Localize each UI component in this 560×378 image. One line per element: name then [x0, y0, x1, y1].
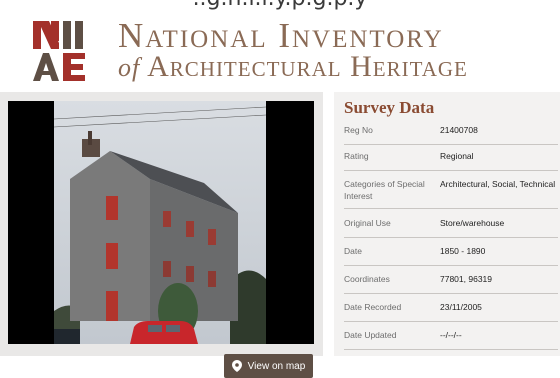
nih-logo-mark: [33, 21, 88, 81]
survey-value: 21400708: [440, 125, 478, 135]
survey-row-date-recorded: Date Recorded 23/11/2005: [344, 301, 558, 322]
survey-row-rating: Rating Regional: [344, 150, 558, 171]
survey-data-panel: Survey Data Reg No 21400708 Rating Regio…: [334, 92, 560, 356]
survey-key: Rating: [344, 151, 369, 161]
survey-data-title: Survey Data: [344, 98, 435, 117]
photo-panel: View on map: [0, 92, 323, 378]
logo-subtitle: of Architectural Heritage: [118, 50, 468, 84]
survey-key: Date Updated: [344, 330, 397, 340]
survey-value: 23/11/2005: [440, 302, 482, 312]
view-on-map-label: View on map: [247, 360, 306, 372]
survey-key: Categories of Special Interest: [344, 179, 425, 201]
survey-key: Coordinates: [344, 274, 390, 284]
survey-row-coordinates: Coordinates 77801, 96319: [344, 273, 558, 294]
survey-row-date-updated: Date Updated --/--/--: [344, 329, 558, 350]
survey-value: Architectural, Social, Technical: [440, 179, 556, 189]
map-pin-icon: [231, 360, 242, 372]
survey-value: 1850 - 1890: [440, 246, 486, 256]
survey-value: Regional: [440, 151, 474, 161]
survey-row-reg-no: Reg No 21400708: [344, 124, 558, 145]
survey-key: Date Recorded: [344, 302, 402, 312]
building-photo: [8, 101, 314, 344]
survey-value: 77801, 96319: [440, 274, 492, 284]
survey-value: --/--/--: [440, 330, 462, 340]
top-tagline-cut: ..g.n.l.l.y.p.g.p.y: [0, 0, 560, 11]
survey-key: Original Use: [344, 218, 391, 228]
logo-subtitle-of: of: [118, 53, 141, 82]
survey-row-date: Date 1850 - 1890: [344, 245, 558, 266]
survey-row-categories: Categories of Special Interest Architect…: [344, 178, 558, 209]
survey-key: Reg No: [344, 125, 373, 135]
view-on-map-button[interactable]: View on map: [224, 354, 313, 378]
survey-row-original-use: Original Use Store/warehouse: [344, 217, 558, 238]
survey-value: Store/warehouse: [440, 218, 505, 228]
survey-key: Date: [344, 246, 362, 256]
logo-subtitle-rest: Architectural Heritage: [147, 50, 468, 83]
